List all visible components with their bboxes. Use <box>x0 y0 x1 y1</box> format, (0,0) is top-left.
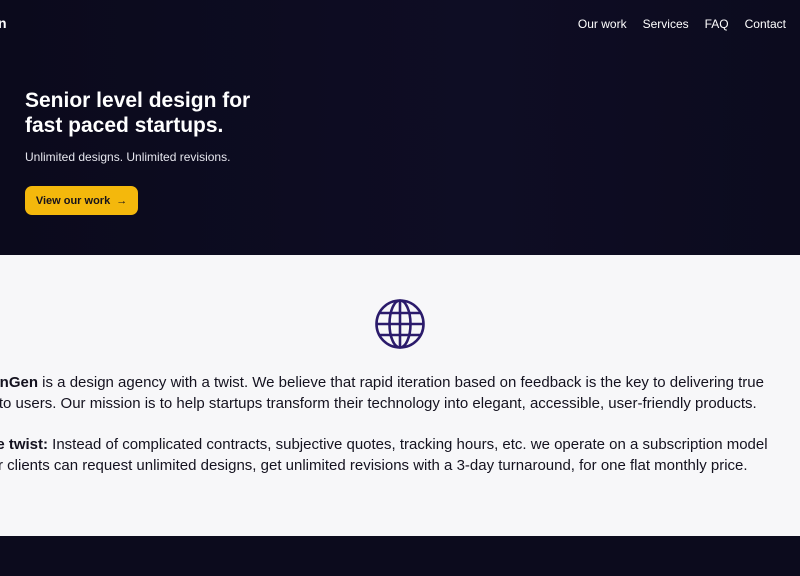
twist-line-2: Our clients can request unlimited design… <box>0 457 748 474</box>
nav-link-faq[interactable]: FAQ <box>705 17 729 31</box>
twist-line-1: The twist: Instead of complicated contra… <box>0 434 800 455</box>
nav-link-our-work[interactable]: Our work <box>578 17 627 31</box>
globe-icon <box>375 299 425 349</box>
about-line-1: signGen is a design agency with a twist.… <box>0 372 800 393</box>
cta-label: View our work <box>35 194 111 207</box>
nav-link-contact[interactable]: Contact <box>745 17 786 31</box>
twist-text-1: Instead of complicated contracts, subjec… <box>48 436 768 453</box>
about-line-2: ue to users. Our mission is to help star… <box>0 395 757 412</box>
top-nav: Our work Services FAQ Contact <box>578 17 786 31</box>
about-paragraph: signGen is a design agency with a twist.… <box>0 372 800 414</box>
brand-logo[interactable]: n <box>0 15 7 31</box>
hero-subtitle: Unlimited designs. Unlimited revisions. <box>25 150 231 164</box>
hero-title: Senior level design for fast paced start… <box>25 89 251 137</box>
arrow-right-icon: → <box>116 194 128 207</box>
brand-name-inline: signGen <box>0 374 39 391</box>
about-text-1: is a design agency with a twist. We beli… <box>38 374 764 391</box>
twist-label: The twist: <box>0 436 48 453</box>
view-our-work-button[interactable]: View our work → <box>25 186 138 215</box>
about-section: signGen is a design agency with a twist.… <box>0 255 800 536</box>
twist-paragraph: The twist: Instead of complicated contra… <box>0 434 800 476</box>
nav-link-services[interactable]: Services <box>643 17 689 31</box>
bottom-dark-section <box>0 536 800 576</box>
hero-section: n Our work Services FAQ Contact Senior l… <box>0 0 800 255</box>
